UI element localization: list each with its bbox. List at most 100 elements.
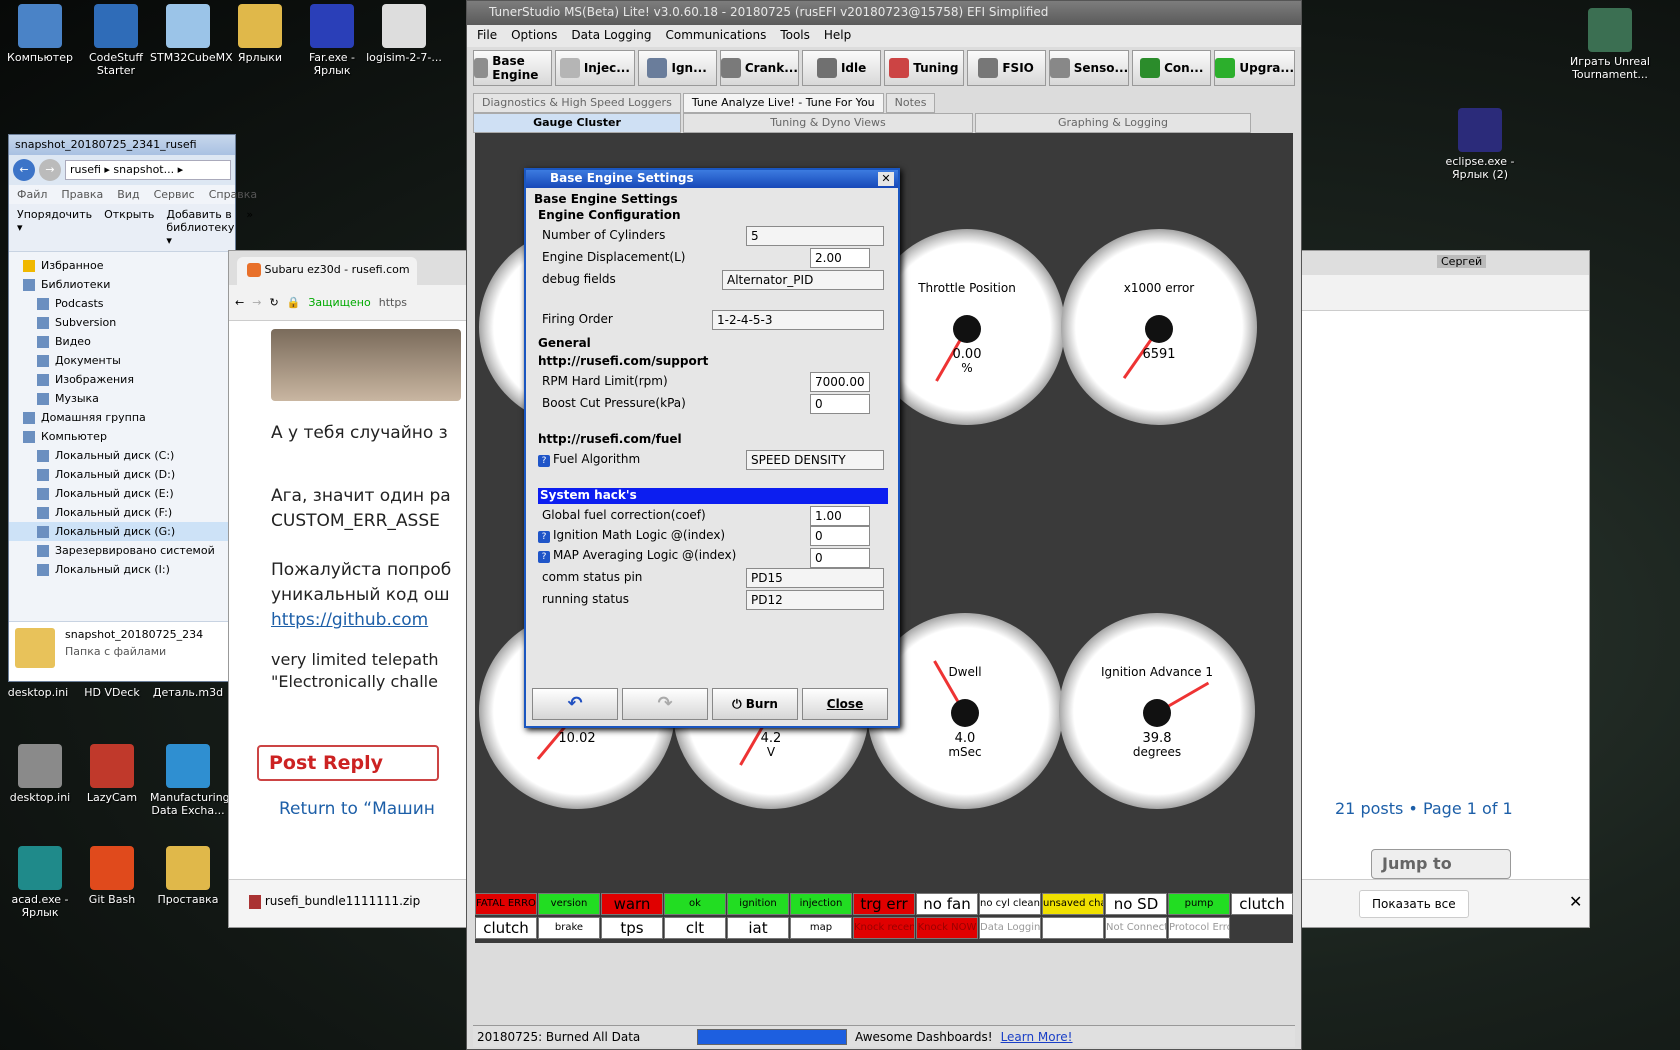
tree-item[interactable]: Библиотеки (9, 275, 235, 294)
user-chip[interactable]: Сергей (1437, 255, 1487, 268)
desktop-icon[interactable]: eclipse.exe - Ярлык (2) (1432, 108, 1528, 181)
desktop-icon[interactable]: HD VDeck (74, 686, 150, 699)
path-bar[interactable]: rusefi ▸ snapshot... ▸ (65, 160, 231, 180)
desktop-icon[interactable]: Manufacturing Data Excha... (150, 744, 230, 817)
action-button[interactable]: » (246, 208, 253, 247)
desktop-icon[interactable]: Far.exe - Ярлык (294, 4, 370, 77)
boost-input[interactable]: 0 (810, 394, 870, 414)
debug-select[interactable]: Alternator_PID (722, 270, 884, 290)
fuel-link[interactable]: http://rusefi.com/fuel (538, 432, 682, 446)
support-link[interactable]: http://rusefi.com/support (538, 354, 708, 368)
menu-item[interactable]: Вид (117, 188, 139, 201)
desktop-icon[interactable]: desktop.ini (0, 686, 76, 699)
ts-menu-item[interactable]: Help (824, 28, 851, 44)
toolbar-button[interactable]: Injec... (555, 50, 635, 86)
fuel-algo-select[interactable]: SPEED DENSITY (746, 450, 884, 470)
tree-item[interactable]: Локальный диск (G:) (9, 522, 235, 541)
toolbar-button[interactable]: Tuning (884, 50, 964, 86)
tree-item[interactable]: Podcasts (9, 294, 235, 313)
redo-button[interactable]: ↷ (622, 688, 708, 720)
post-link[interactable]: https://github.com (271, 608, 467, 633)
ts-tab[interactable]: Tune Analyze Live! - Tune For You (682, 93, 884, 113)
mal-input[interactable]: 0 (810, 548, 870, 568)
desktop-icon[interactable]: acad.exe - Ярлык (2, 846, 78, 919)
menu-item[interactable]: Сервис (154, 188, 195, 201)
action-button[interactable]: Упорядочить ▾ (17, 208, 92, 247)
toolbar-button[interactable]: FSIO (966, 50, 1046, 86)
jump-to-button[interactable]: Jump to (1371, 849, 1511, 879)
tree-item[interactable]: Локальный диск (D:) (9, 465, 235, 484)
burn-button[interactable]: ⏻ Burn (712, 688, 798, 720)
desktop-icon[interactable]: Проставка (150, 846, 226, 906)
desktop-icon[interactable]: LazyCam (74, 744, 150, 804)
toolbar-button[interactable]: Crank... (719, 50, 799, 86)
toolbar-button[interactable]: Senso... (1048, 50, 1130, 86)
tree-item[interactable]: Документы (9, 351, 235, 370)
forward-icon[interactable]: → (252, 296, 261, 309)
tree-item[interactable]: Subversion (9, 313, 235, 332)
help-icon[interactable]: ? (538, 551, 550, 563)
tree-item[interactable]: Локальный диск (F:) (9, 503, 235, 522)
desktop-icon[interactable]: STM32CubeMX (150, 4, 233, 64)
tree-item[interactable]: Изображения (9, 370, 235, 389)
desktop-icon[interactable]: Играть Unreal Tournament... (1562, 8, 1658, 81)
desktop-icon[interactable]: Git Bash (74, 846, 150, 906)
tree-item[interactable]: Домашняя группа (9, 408, 235, 427)
browser-tab[interactable]: Subaru ez30d - rusefi.com (237, 257, 417, 285)
firing-select[interactable]: 1-2-4-5-3 (712, 310, 884, 330)
action-button[interactable]: Открыть (104, 208, 154, 247)
tree-item[interactable]: Локальный диск (E:) (9, 484, 235, 503)
ts-menu-item[interactable]: Tools (780, 28, 810, 44)
desktop-icon[interactable]: Ярлыки (222, 4, 298, 64)
tree-item[interactable]: Компьютер (9, 427, 235, 446)
ts-menu-item[interactable]: Data Logging (571, 28, 651, 44)
rpm-input[interactable]: 7000.00 (810, 372, 870, 392)
ts-menu-item[interactable]: Communications (665, 28, 766, 44)
ts-tab[interactable]: Diagnostics & High Speed Loggers (473, 93, 681, 113)
close-icon[interactable]: ✕ (1569, 892, 1582, 911)
menu-item[interactable]: Справка (209, 188, 257, 201)
tree-item[interactable]: Локальный диск (I:) (9, 560, 235, 579)
desktop-icon[interactable]: logisim-2-7-... (366, 4, 442, 64)
iml-input[interactable]: 0 (810, 526, 870, 546)
cylinders-select[interactable]: 5 (746, 226, 884, 246)
toolbar-button[interactable]: Ign... (637, 50, 717, 86)
tree-item[interactable]: Музыка (9, 389, 235, 408)
ts-menu-item[interactable]: File (477, 28, 497, 44)
menu-item[interactable]: Правка (61, 188, 103, 201)
toolbar-button[interactable]: Base Engine (473, 50, 553, 86)
return-link[interactable]: Return to “Машин (279, 799, 435, 819)
ts-menu-item[interactable]: Options (511, 28, 557, 44)
download-item[interactable]: rusefi_bundle1111111.zip (265, 894, 420, 908)
forward-icon[interactable]: → (39, 159, 61, 181)
ts-tab[interactable]: Notes (885, 93, 936, 113)
desktop-icon[interactable]: desktop.ini (2, 744, 78, 804)
menu-item[interactable]: Файл (17, 188, 47, 201)
tree-item[interactable]: Видео (9, 332, 235, 351)
close-button[interactable]: Close (802, 688, 888, 720)
ts-tab[interactable]: Gauge Cluster (473, 113, 681, 133)
gfc-input[interactable]: 1.00 (810, 506, 870, 526)
help-icon[interactable]: ? (538, 455, 550, 467)
toolbar-button[interactable]: Upgra... (1214, 50, 1296, 86)
tree-item[interactable]: Локальный диск (C:) (9, 446, 235, 465)
comm-select[interactable]: PD15 (746, 568, 884, 588)
learn-more-link[interactable]: Learn More! (1001, 1030, 1073, 1044)
reload-icon[interactable]: ↻ (269, 296, 278, 309)
back-icon[interactable]: ← (13, 159, 35, 181)
help-icon[interactable]: ? (538, 531, 550, 543)
desktop-icon[interactable]: CodeStuff Starter (78, 4, 154, 77)
url-field[interactable]: https (379, 296, 407, 309)
desktop-icon[interactable]: Компьютер (2, 4, 78, 64)
tree-item[interactable]: Зарезервировано системой (9, 541, 235, 560)
show-all-button[interactable]: Показать все (1359, 890, 1469, 918)
tree-item[interactable]: Избранное (9, 256, 235, 275)
ts-tab[interactable]: Tuning & Dyno Views (683, 113, 973, 133)
post-reply-button[interactable]: Post Reply (257, 745, 439, 781)
run-select[interactable]: PD12 (746, 590, 884, 610)
displacement-input[interactable]: 2.00 (810, 248, 870, 268)
back-icon[interactable]: ← (235, 296, 244, 309)
ts-tab[interactable]: Graphing & Logging (975, 113, 1251, 133)
desktop-icon[interactable]: Деталь.m3d (150, 686, 226, 699)
toolbar-button[interactable]: Idle (802, 50, 882, 86)
